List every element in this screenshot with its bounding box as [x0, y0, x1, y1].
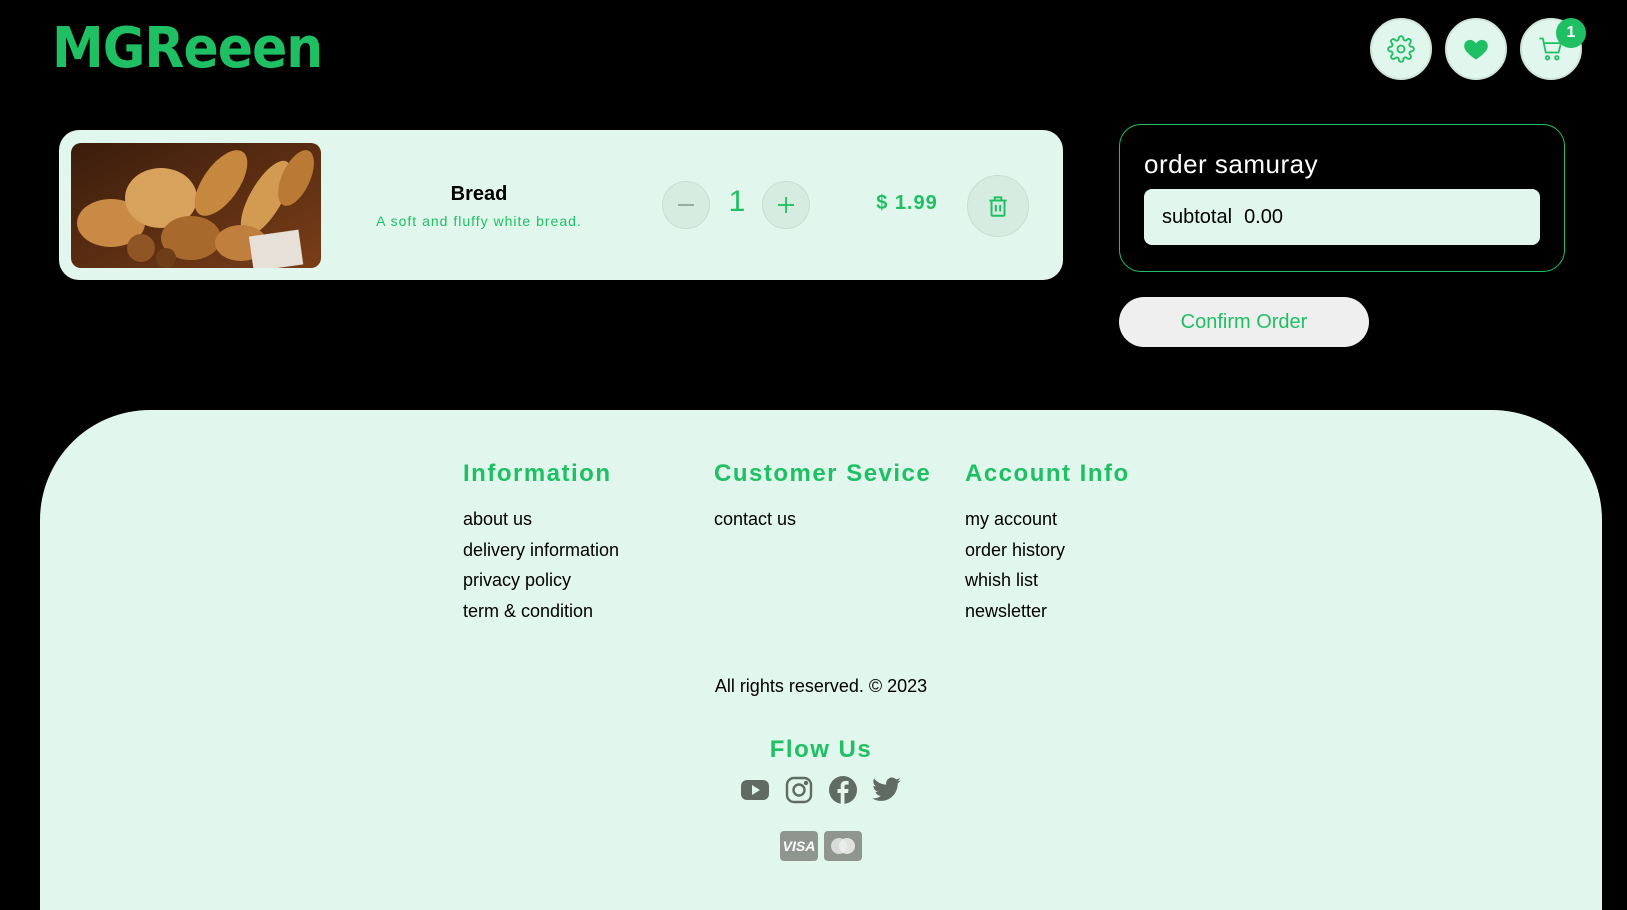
minus-icon	[678, 204, 694, 206]
heart-icon	[1464, 39, 1488, 60]
follow-us-title: Flow Us	[769, 736, 873, 763]
cart-item: Bread A soft and fluffy white bread. 1 $…	[59, 130, 1063, 280]
cart-count-badge: 1	[1556, 18, 1586, 48]
subtotal-box: subtotal 0.00	[1144, 189, 1540, 245]
mastercard-icon	[824, 831, 862, 861]
plus-icon	[778, 197, 794, 213]
item-price: $ 1.99	[876, 192, 938, 214]
twitter-icon[interactable]	[871, 774, 903, 806]
remove-item-button[interactable]	[967, 175, 1029, 237]
footer-link-privacy-policy[interactable]: privacy policy	[463, 569, 619, 600]
gear-icon	[1387, 35, 1415, 63]
cart-button[interactable]: 1	[1520, 18, 1586, 80]
summary-title: order samuray	[1144, 149, 1319, 179]
item-description: A soft and fluffy white bread.	[376, 213, 582, 229]
decrease-quantity-button[interactable]	[662, 181, 710, 229]
instagram-icon[interactable]	[783, 774, 815, 806]
footer-column-customer-service: Customer Sevice contact us	[714, 460, 931, 539]
subtotal-label: subtotal	[1162, 205, 1233, 228]
footer-column-title: Customer Sevice	[714, 460, 932, 487]
quantity-value: 1	[728, 185, 746, 218]
social-links	[40, 774, 1602, 806]
footer-link-my-account[interactable]: my account	[965, 508, 1130, 539]
youtube-icon[interactable]	[739, 774, 771, 806]
logo[interactable]: MGReeen	[52, 14, 323, 83]
item-name: Bread	[450, 183, 508, 205]
footer: Information about us delivery informatio…	[40, 410, 1602, 910]
footer-link-terms[interactable]: term & condition	[463, 600, 619, 631]
payment-methods: VISA	[40, 831, 1602, 861]
subtotal-value: 0.00	[1244, 205, 1283, 228]
footer-column-title: Information	[463, 460, 612, 487]
copyright-text: All rights reserved. © 2023	[714, 676, 928, 696]
footer-link-order-history[interactable]: order history	[965, 539, 1130, 570]
footer-link-newsletter[interactable]: newsletter	[965, 600, 1130, 631]
footer-link-wish-list[interactable]: whish list	[965, 569, 1130, 600]
trash-icon	[989, 196, 1007, 217]
settings-button[interactable]	[1370, 18, 1432, 80]
footer-link-contact-us[interactable]: contact us	[714, 508, 931, 539]
facebook-icon[interactable]	[827, 774, 859, 806]
visa-icon: VISA	[780, 831, 818, 861]
footer-link-delivery-information[interactable]: delivery information	[463, 539, 619, 570]
increase-quantity-button[interactable]	[762, 181, 810, 229]
footer-link-about-us[interactable]: about us	[463, 508, 619, 539]
confirm-order-button[interactable]: Confirm Order	[1119, 297, 1369, 347]
footer-column-title: Account Info	[965, 460, 1130, 487]
bread-image	[71, 143, 321, 268]
favorites-button[interactable]	[1445, 18, 1507, 80]
footer-column-information: Information about us delivery informatio…	[463, 460, 619, 630]
order-summary: order samuray subtotal 0.00	[1119, 124, 1565, 272]
footer-column-account-info: Account Info my account order history wh…	[965, 460, 1130, 630]
